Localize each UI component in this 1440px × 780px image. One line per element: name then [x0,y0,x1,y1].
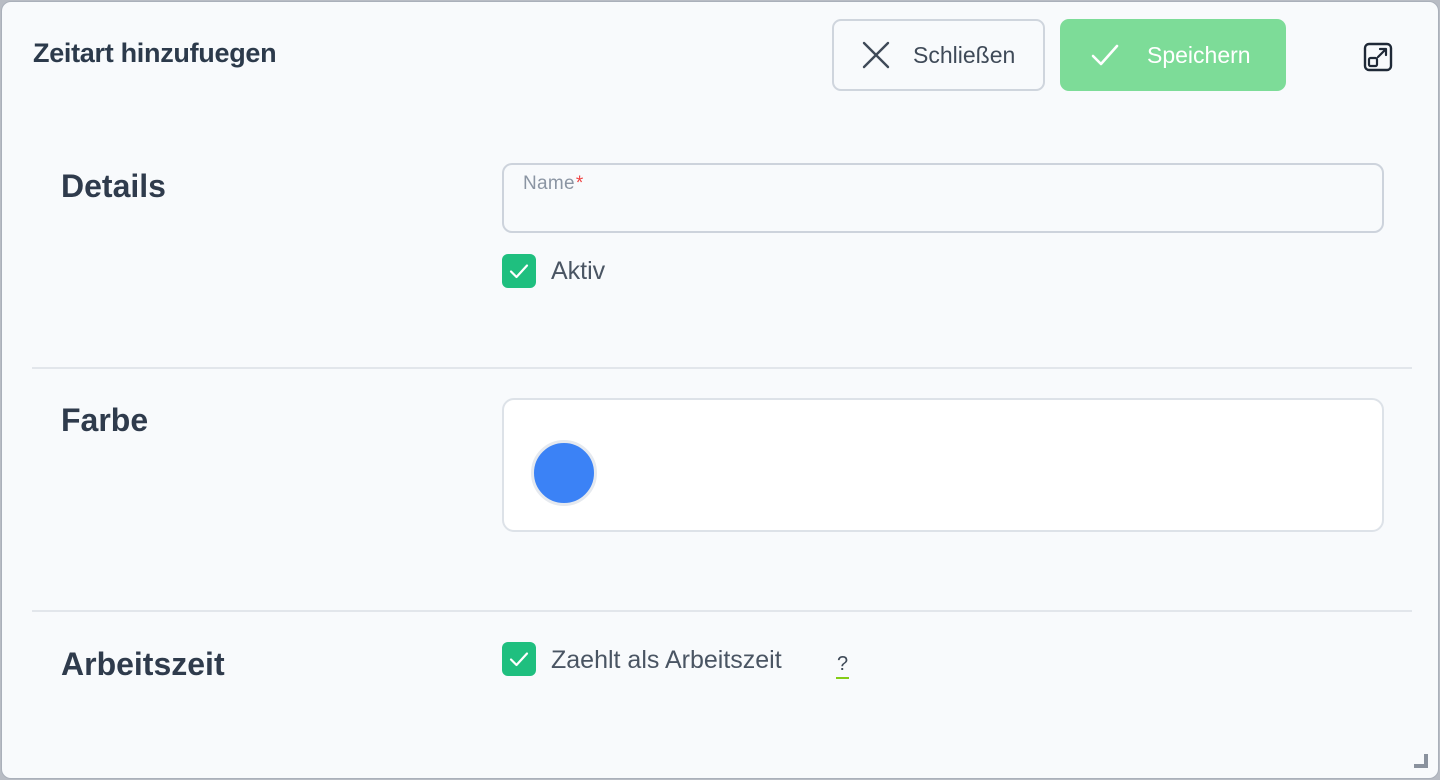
section-divider [32,610,1412,612]
name-field[interactable]: Name* [502,163,1384,233]
worktime-heading: Arbeitszeit [61,646,225,682]
details-heading: Details [61,168,166,204]
resize-handle-icon[interactable] [1414,754,1428,768]
close-button[interactable]: Schließen [832,19,1045,91]
section-divider [32,367,1412,369]
counts-as-worktime-label[interactable]: Zaehlt als Arbeitszeit [551,646,782,675]
name-field-label: Name* [523,173,584,194]
checkmark-icon [509,652,529,667]
active-label[interactable]: Aktiv [551,257,605,286]
active-checkbox[interactable] [502,254,536,288]
close-icon [862,41,890,69]
color-swatch[interactable] [531,440,597,506]
save-button-label: Speichern [1147,41,1251,68]
dialog-title: Zeitart hinzufuegen [33,38,277,68]
expand-icon[interactable] [1363,42,1393,72]
color-heading: Farbe [61,402,149,438]
check-icon [1091,44,1119,66]
save-button[interactable]: Speichern [1060,19,1286,91]
required-marker: * [575,173,584,194]
checkmark-icon [509,264,529,279]
help-tooltip-trigger[interactable]: ? [836,651,849,679]
add-time-type-dialog: Zeitart hinzufuegen Schließen Speichern … [1,1,1439,779]
color-picker [502,398,1384,532]
counts-as-worktime-checkbox[interactable] [502,642,536,676]
close-button-label: Schließen [913,41,1016,68]
name-input[interactable] [522,197,1366,229]
